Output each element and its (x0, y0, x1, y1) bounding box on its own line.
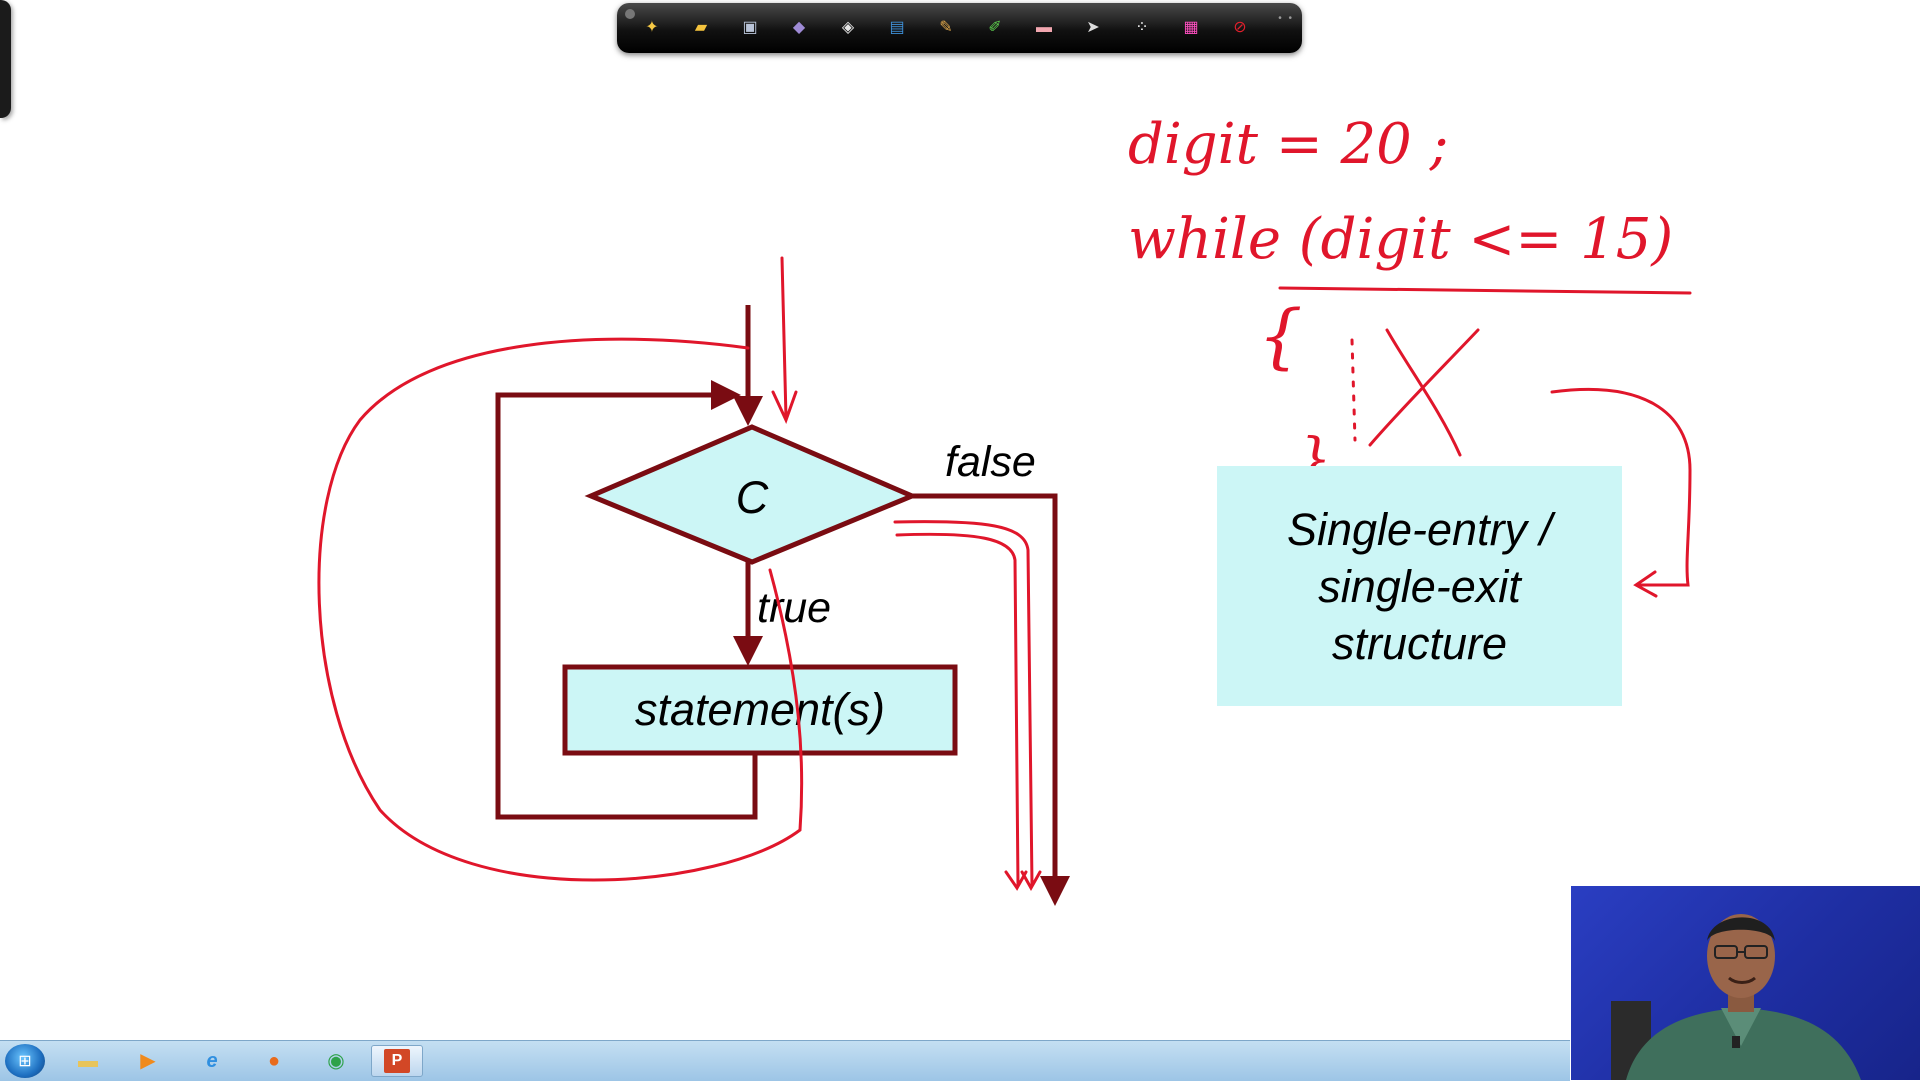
pen-dotted-line (1350, 338, 1357, 442)
single-entry-exit-box: Single-entry / single-exit structure (1217, 466, 1622, 706)
powerpoint-icon: P (384, 1049, 410, 1073)
pen-underline (1278, 286, 1692, 295)
pen-cross-mark (1368, 328, 1480, 457)
start-button[interactable]: ⊞ (5, 1044, 45, 1078)
chrome-icon: ◉ (327, 1050, 345, 1072)
windows-logo-icon: ⊞ (18, 1053, 32, 1070)
annotation-line-1: digit = 20 ; (1128, 112, 1448, 177)
explorer-folder-icon: ▬ (78, 1050, 98, 1072)
taskbar-internet-explorer[interactable]: e (186, 1045, 238, 1077)
structure-line-2: single-exit (1318, 560, 1521, 612)
taskbar: ⊞ ▬ ▶ e ● ◉ P (0, 1040, 1570, 1081)
taskbar-media-player[interactable]: ▶ (122, 1045, 174, 1077)
taskbar-chrome[interactable]: ◉ (310, 1045, 362, 1077)
taskbar-explorer[interactable]: ▬ (62, 1045, 114, 1077)
entry-pen-arrow (771, 256, 798, 424)
taskbar-powerpoint[interactable]: P (371, 1045, 423, 1077)
internet-explorer-icon: e (206, 1050, 218, 1072)
annotation-open-brace: { (1258, 295, 1303, 377)
outer-loop-stroke (317, 337, 804, 882)
structure-line-3: structure (1331, 617, 1508, 669)
firefox-icon: ● (267, 1050, 281, 1072)
presenter-webcam (1571, 886, 1920, 1080)
taskbar-firefox[interactable]: ● (248, 1045, 300, 1077)
media-player-icon: ▶ (140, 1050, 156, 1072)
structure-line-1: Single-entry / (1286, 503, 1553, 555)
annotation-line-2: while (digit <= 15) (1128, 207, 1673, 272)
false-label: false (945, 438, 1036, 486)
statement-label: statement(s) (635, 684, 885, 735)
presenter-image (1611, 914, 1861, 1080)
condition-label: C (736, 472, 769, 523)
true-label: true (757, 584, 831, 632)
